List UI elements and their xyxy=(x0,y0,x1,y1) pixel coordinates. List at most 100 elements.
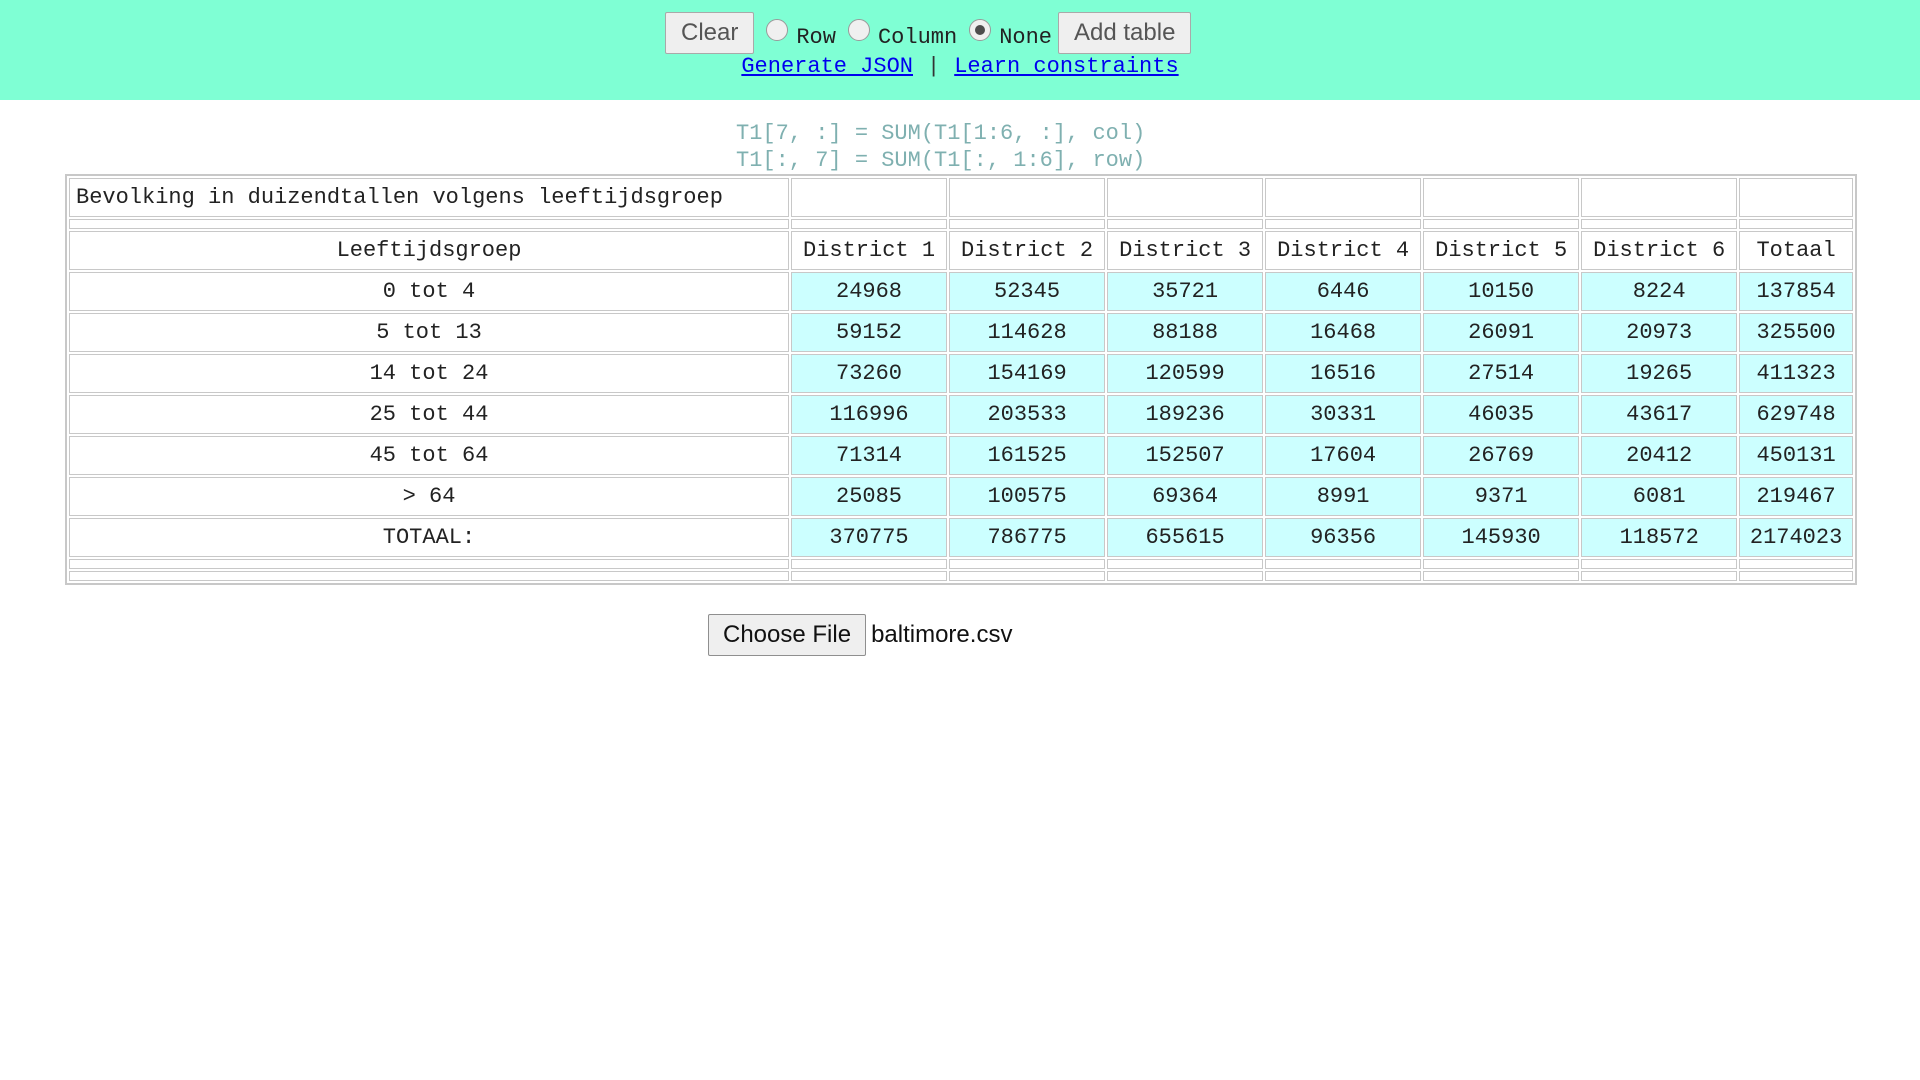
row-label[interactable]: TOTAAL: xyxy=(69,518,789,557)
table-cell[interactable]: 43617 xyxy=(1581,395,1738,434)
table-cell[interactable] xyxy=(1739,178,1853,217)
table-cell[interactable]: 450131 xyxy=(1739,436,1853,475)
table-cell[interactable] xyxy=(1107,571,1264,581)
table-cell[interactable]: 96356 xyxy=(1265,518,1422,557)
table-cell[interactable] xyxy=(1581,219,1738,229)
table-cell[interactable]: 8991 xyxy=(1265,477,1422,516)
table-cell[interactable]: 154169 xyxy=(949,354,1106,393)
table-cell[interactable] xyxy=(949,559,1106,569)
table-cell[interactable]: 325500 xyxy=(1739,313,1853,352)
clear-button[interactable]: Clear xyxy=(665,12,755,54)
table-cell[interactable]: 19265 xyxy=(1581,354,1738,393)
table-title[interactable]: Bevolking in duizendtallen volgens leeft… xyxy=(69,178,789,217)
generate-json-link[interactable]: Generate JSON xyxy=(741,54,913,79)
table-cell[interactable]: 100575 xyxy=(949,477,1106,516)
table-cell[interactable]: 26091 xyxy=(1423,313,1580,352)
row-label[interactable]: 0 tot 4 xyxy=(69,272,789,311)
learn-constraints-link[interactable]: Learn constraints xyxy=(954,54,1178,79)
table-cell[interactable]: 35721 xyxy=(1107,272,1264,311)
row-label[interactable]: 25 tot 44 xyxy=(69,395,789,434)
table-cell[interactable] xyxy=(1581,178,1738,217)
table-cell[interactable]: 137854 xyxy=(1739,272,1853,311)
table-cell[interactable]: 26769 xyxy=(1423,436,1580,475)
choose-file-button[interactable]: Choose File xyxy=(708,614,867,656)
table-cell[interactable] xyxy=(1107,219,1264,229)
table-cell[interactable]: 655615 xyxy=(1107,518,1264,557)
table-cell[interactable]: 25085 xyxy=(791,477,948,516)
table-cell[interactable]: 52345 xyxy=(949,272,1106,311)
table-cell[interactable]: 17604 xyxy=(1265,436,1422,475)
table-cell[interactable] xyxy=(1739,219,1853,229)
table-cell[interactable]: 9371 xyxy=(1423,477,1580,516)
table-cell[interactable]: 116996 xyxy=(791,395,948,434)
table-cell[interactable] xyxy=(1423,559,1580,569)
table-cell[interactable]: 10150 xyxy=(1423,272,1580,311)
radio-none-input[interactable] xyxy=(969,19,992,41)
column-header[interactable]: Totaal xyxy=(1739,231,1853,270)
column-header[interactable]: District 4 xyxy=(1265,231,1422,270)
table-cell[interactable] xyxy=(1265,178,1422,217)
column-header[interactable]: District 1 xyxy=(791,231,948,270)
table-cell[interactable]: 73260 xyxy=(791,354,948,393)
table-cell[interactable]: 6081 xyxy=(1581,477,1738,516)
table-cell[interactable] xyxy=(791,219,948,229)
table-cell[interactable]: 120599 xyxy=(1107,354,1264,393)
row-label[interactable]: 45 tot 64 xyxy=(69,436,789,475)
table-cell[interactable] xyxy=(1265,559,1422,569)
table-cell[interactable]: 88188 xyxy=(1107,313,1264,352)
radio-row[interactable]: Row xyxy=(766,17,836,50)
radio-column[interactable]: Column xyxy=(847,17,957,50)
table-cell[interactable]: 114628 xyxy=(949,313,1106,352)
table-cell[interactable] xyxy=(949,219,1106,229)
table-cell[interactable] xyxy=(949,571,1106,581)
table-cell[interactable]: 145930 xyxy=(1423,518,1580,557)
table-cell[interactable]: 8224 xyxy=(1581,272,1738,311)
radio-row-input[interactable] xyxy=(766,19,789,41)
table-cell[interactable] xyxy=(69,571,789,581)
table-cell[interactable]: 69364 xyxy=(1107,477,1264,516)
row-label[interactable]: > 64 xyxy=(69,477,789,516)
column-header[interactable]: District 5 xyxy=(1423,231,1580,270)
table-cell[interactable] xyxy=(69,219,789,229)
table-cell[interactable] xyxy=(791,178,948,217)
table-cell[interactable] xyxy=(949,178,1106,217)
table-cell[interactable] xyxy=(791,571,948,581)
table-cell[interactable] xyxy=(1423,219,1580,229)
table-cell[interactable] xyxy=(1739,571,1853,581)
table-cell[interactable] xyxy=(1423,178,1580,217)
table-cell[interactable] xyxy=(1265,571,1422,581)
table-cell[interactable]: 2174023 xyxy=(1739,518,1853,557)
table-cell[interactable]: 219467 xyxy=(1739,477,1853,516)
table-cell[interactable]: 16516 xyxy=(1265,354,1422,393)
table-cell[interactable]: 20973 xyxy=(1581,313,1738,352)
table-cell[interactable]: 370775 xyxy=(791,518,948,557)
table-cell[interactable]: 30331 xyxy=(1265,395,1422,434)
table-cell[interactable] xyxy=(1581,571,1738,581)
table-cell[interactable]: 411323 xyxy=(1739,354,1853,393)
row-label[interactable]: 5 tot 13 xyxy=(69,313,789,352)
table-cell[interactable] xyxy=(1581,559,1738,569)
add-table-button[interactable]: Add table xyxy=(1058,12,1192,54)
table-cell[interactable]: 118572 xyxy=(1581,518,1738,557)
radio-none[interactable]: None xyxy=(969,17,1052,50)
table-cell[interactable] xyxy=(1423,571,1580,581)
row-label[interactable]: 14 tot 24 xyxy=(69,354,789,393)
table-cell[interactable]: 161525 xyxy=(949,436,1106,475)
table-cell[interactable]: 6446 xyxy=(1265,272,1422,311)
table-cell[interactable]: 20412 xyxy=(1581,436,1738,475)
column-header[interactable]: District 6 xyxy=(1581,231,1738,270)
table-cell[interactable] xyxy=(1107,178,1264,217)
radio-column-input[interactable] xyxy=(847,19,870,41)
table-cell[interactable]: 71314 xyxy=(791,436,948,475)
table-cell[interactable]: 629748 xyxy=(1739,395,1853,434)
table-cell[interactable]: 46035 xyxy=(1423,395,1580,434)
column-header[interactable]: District 2 xyxy=(949,231,1106,270)
table-cell[interactable]: 786775 xyxy=(949,518,1106,557)
table-cell[interactable]: 27514 xyxy=(1423,354,1580,393)
table-cell[interactable]: 152507 xyxy=(1107,436,1264,475)
table-cell[interactable] xyxy=(1107,559,1264,569)
column-header[interactable]: District 3 xyxy=(1107,231,1264,270)
table-cell[interactable] xyxy=(791,559,948,569)
table-cell[interactable]: 189236 xyxy=(1107,395,1264,434)
table-cell[interactable] xyxy=(69,559,789,569)
